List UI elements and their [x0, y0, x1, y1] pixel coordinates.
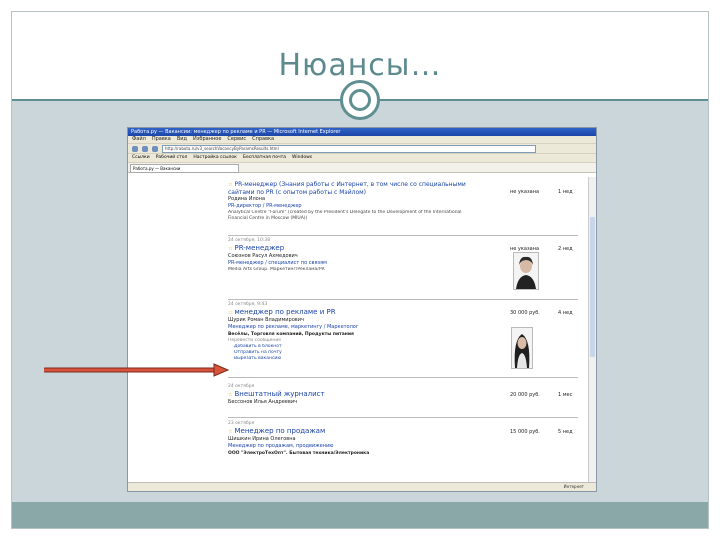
- person-photo-icon: [512, 328, 532, 368]
- listing-employer: ООО "ЭлектроТехОпт". Бытовая техника/Эле…: [228, 451, 370, 456]
- star-icon[interactable]: ☆: [228, 246, 232, 252]
- star-icon[interactable]: ☆: [228, 182, 232, 188]
- back-icon[interactable]: [132, 145, 138, 152]
- link-item[interactable]: Windows: [292, 154, 312, 162]
- tab-row: Работа.ру — Вакансии: [128, 162, 596, 173]
- browser-tab[interactable]: Работа.ру — Вакансии: [130, 164, 239, 173]
- menu-item-view[interactable]: Вид: [177, 136, 187, 143]
- person-photo-icon: [514, 253, 538, 289]
- link-item[interactable]: Рабочий стол: [156, 154, 188, 162]
- scrollbar-thumb[interactable]: [590, 217, 595, 357]
- menu-item-favorites[interactable]: Избранное: [193, 136, 221, 143]
- page-content: ☆ PR-менеджер (Знания работы с Интернет, …: [128, 177, 590, 484]
- listing-separator: [228, 377, 578, 378]
- address-bar[interactable]: http://rabota.ru/v3_searchVacancyByParam…: [162, 144, 536, 153]
- footer-band: [12, 502, 708, 528]
- listing-separator: [228, 235, 578, 236]
- menu-item-edit[interactable]: Правка: [152, 136, 171, 143]
- vertical-scrollbar[interactable]: [588, 177, 596, 484]
- listing-age: 4 нед: [558, 310, 573, 316]
- links-bar: Ссылки Рабочий стол Настройка ссылок Бес…: [128, 153, 596, 162]
- listing-age: 1 нед: [558, 189, 573, 195]
- action-link-cut[interactable]: Вырезать вакансию: [228, 356, 494, 362]
- forward-icon[interactable]: [142, 145, 148, 152]
- link-item[interactable]: Настройка ссылок: [193, 154, 237, 162]
- browser-titlebar: Работа.ру — Вакансии: менеджер по реклам…: [128, 128, 596, 136]
- browser-menubar: Файл Правка Вид Избранное Сервис Справка: [128, 136, 596, 143]
- listing-company: Шишкин Ирина Олеговна: [228, 436, 296, 442]
- listing: 24 октября ☆ Внештатный журналист Бессоно…: [228, 384, 578, 406]
- status-bar: Интернет: [128, 482, 596, 491]
- listing: ☆ PR-менеджер (Знания работы с Интернет, …: [228, 181, 578, 222]
- listing-salary: 30 000 руб.: [510, 310, 540, 316]
- slide-title: Нюансы…: [278, 48, 442, 83]
- listing-separator: [228, 299, 578, 300]
- listing-company: Родина Илона: [228, 196, 266, 202]
- listing-age: 1 мес: [558, 392, 573, 398]
- listing-company: Бессонов Илья Андреевич: [228, 399, 298, 405]
- listing-employer: Media Arts Group. Маркетинг/Реклама/PR: [228, 267, 325, 272]
- listing-position[interactable]: PR-директор / PR-менеджер: [228, 203, 578, 210]
- avatar: [511, 327, 533, 369]
- browser-toolbar: http://rabota.ru/v3_searchVacancyByParam…: [128, 143, 596, 153]
- pointer-arrow-icon: [44, 363, 230, 377]
- menu-item-tools[interactable]: Сервис: [227, 136, 246, 143]
- star-icon[interactable]: ☆: [228, 429, 232, 435]
- star-icon[interactable]: ☆: [228, 310, 232, 316]
- listing-salary: 20 000 руб.: [510, 392, 540, 398]
- listing-employer: Analytical Centre "Forum" (created by th…: [228, 210, 462, 221]
- listing-age: 5 нед: [558, 429, 573, 435]
- status-zone: Интернет: [563, 484, 584, 489]
- listing-age: 2 нед: [558, 246, 573, 252]
- menu-item-file[interactable]: Файл: [132, 136, 146, 143]
- listing-salary: не указана: [510, 189, 540, 195]
- link-item[interactable]: Бесплатная почта: [243, 154, 286, 162]
- link-item[interactable]: Ссылки: [132, 154, 150, 162]
- listing-position[interactable]: Менеджер по продажам, продвижению: [228, 443, 578, 450]
- star-icon[interactable]: ☆: [228, 392, 232, 398]
- menu-item-help[interactable]: Справка: [252, 136, 274, 143]
- listing-company: Шурик Роман Владимирович: [228, 317, 304, 323]
- listing-salary: 15 000 руб.: [510, 429, 540, 435]
- refresh-icon[interactable]: [152, 145, 158, 152]
- circle-ornament-icon: [340, 80, 380, 120]
- browser-screenshot: Работа.ру — Вакансии: менеджер по реклам…: [127, 127, 597, 492]
- listing-title[interactable]: ☆ PR-менеджер (Знания работы с Интернет, …: [228, 181, 468, 196]
- listing-separator: [228, 417, 578, 418]
- avatar: [513, 252, 539, 290]
- listing: 23 октября ☆ Менеджер по продажам Шишкин …: [228, 421, 578, 457]
